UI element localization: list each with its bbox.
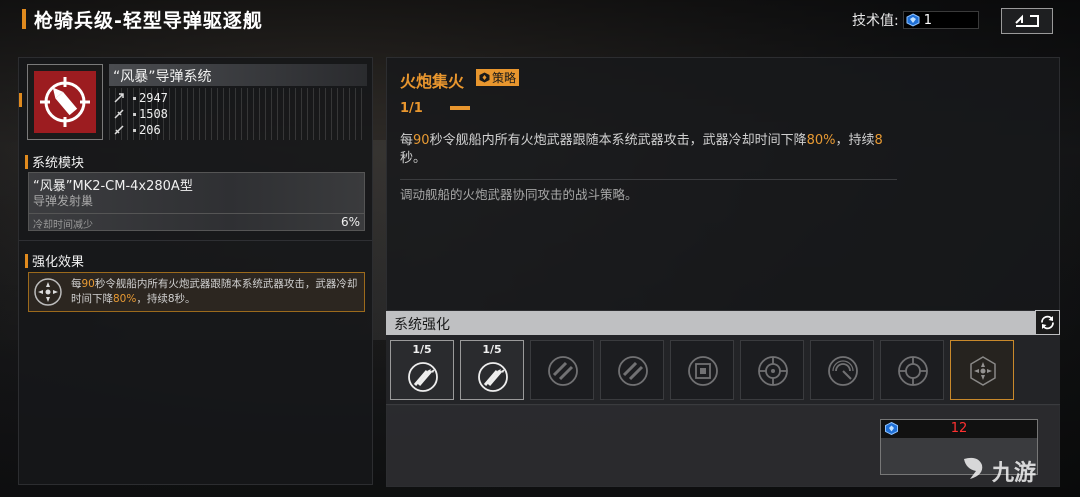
effect-section-header: 强化效果: [25, 251, 84, 270]
skill-tag-label: 策略: [492, 71, 517, 85]
focus-fire-icon: [970, 356, 996, 386]
damage-stat-icon: [114, 93, 124, 103]
weapon-accent: [19, 93, 22, 107]
stat-bullet: [133, 96, 136, 100]
effect-description: 每90秒令舰船内所有火炮武器跟随本系统武器攻击，武器冷却时间下降80%，持续8秒…: [71, 277, 361, 307]
missile-burst-icon: [408, 362, 438, 392]
stat-bullet: [133, 128, 136, 132]
skill-desc-highlight: 80%: [806, 133, 836, 148]
cost-value: 12: [950, 421, 968, 436]
focus-fire-icon: [34, 278, 62, 306]
tech-value: 1: [923, 12, 932, 28]
page-title: 枪骑兵级-轻型导弹驱逐舰: [34, 9, 263, 32]
stat-row-damage: 2947: [113, 90, 168, 106]
enhance-slot-strip: 1/5 1/5: [386, 335, 1060, 405]
weapon-icon-bg: [34, 71, 96, 133]
slot-level: 1/5: [482, 343, 502, 356]
enhance-slot-2[interactable]: 1/5: [460, 340, 524, 400]
skill-desc-highlight: 8: [874, 133, 883, 148]
skill-name: 火炮集火: [400, 72, 465, 91]
skill-level: 1/1: [400, 101, 423, 116]
effect-card: 每90秒令舰船内所有火炮武器跟随本系统武器攻击，武器冷却时间下降80%，持续8秒…: [28, 272, 365, 312]
enhance-header: 系统强化: [386, 311, 1060, 335]
return-icon: [1015, 14, 1039, 27]
missile-shell-icon: [40, 77, 90, 127]
dps-stat-icon: [114, 109, 124, 119]
module-section-header: 系统模块: [25, 152, 84, 171]
refresh-button[interactable]: [1035, 310, 1060, 335]
skill-divider: [400, 179, 897, 180]
slot-level: 1/5: [412, 343, 432, 356]
tech-gem-icon: [906, 13, 920, 27]
target-icon: [898, 356, 928, 386]
enhance-title: 系统强化: [394, 317, 450, 333]
stat-value-dps: 1508: [139, 107, 168, 121]
radar-icon: [828, 356, 858, 386]
module-card[interactable]: “风暴”MK2-CM-4x280A型 导弹发射巢 冷却时间减少 6%: [28, 172, 365, 231]
refresh-icon: [1041, 315, 1054, 330]
module-divider: [29, 213, 364, 214]
module-type: 导弹发射巢: [33, 194, 94, 208]
skill-level-bar: [450, 106, 470, 110]
skill-desc-part: ，持续: [835, 133, 875, 148]
module-attr-label: 冷却时间减少: [33, 220, 93, 231]
enhance-slot-7[interactable]: [810, 340, 874, 400]
skill-desc-highlight: 90: [413, 133, 430, 148]
enhance-slot-5[interactable]: [670, 340, 734, 400]
skill-detail-panel: 火炮集火 策略 1/1 每90秒令舰船内所有火炮武器跟随本系统武器攻击，武器冷却…: [386, 57, 1060, 311]
skill-description: 每90秒令舰船内所有火炮武器跟随本系统武器攻击，武器冷却时间下降80%，持续8 秒…: [400, 132, 905, 168]
effect-section-title: 强化效果: [32, 255, 85, 270]
enhance-slot-3[interactable]: [530, 340, 594, 400]
weapon-card[interactable]: “风暴”导弹系统 2947 1508 206: [19, 61, 369, 143]
strategy-icon: [479, 72, 490, 83]
enhance-slot-6[interactable]: [740, 340, 804, 400]
enhance-slot-4[interactable]: [600, 340, 664, 400]
effect-text-part: 每: [71, 278, 82, 290]
weapon-name: “风暴”导弹系统: [113, 69, 212, 85]
tech-label: 技术值:: [852, 13, 899, 29]
title-accent: [22, 9, 26, 29]
skill-flavor-text: 调动舰船的火炮武器协同攻击的战斗策略。: [400, 187, 638, 202]
left-panel: “风暴”导弹系统 2947 1508 206 系统模块 “风暴”MK2-CM-4…: [18, 57, 373, 485]
watermark-logo-icon: [964, 457, 983, 479]
weapon-icon-frame: [27, 64, 103, 140]
section-accent: [25, 253, 28, 268]
missile-pair-icon: [618, 356, 648, 386]
stat-value-siege: 206: [139, 123, 161, 137]
skill-desc-part: 每: [400, 133, 414, 148]
effect-highlight: 90: [81, 278, 95, 290]
target-icon: [758, 356, 788, 386]
page-header: 枪骑兵级-轻型导弹驱逐舰: [22, 8, 263, 32]
cost-bar: 12: [881, 420, 1037, 438]
weapon-name-bar: “风暴”导弹系统: [109, 64, 367, 86]
module-attr-value: 6%: [340, 215, 360, 229]
stat-row-dps: 1508: [113, 106, 168, 122]
stat-row-siege: 206: [113, 122, 161, 138]
skill-desc-part: 秒令舰船内所有火炮武器跟随本系统武器攻击，武器冷却时间下降: [429, 133, 807, 148]
weapon-stats: 2947 1508 206: [109, 88, 367, 140]
stat-bullet: [133, 112, 136, 116]
missile-burst-icon: [478, 362, 508, 392]
watermark-text: 九游: [992, 461, 1037, 486]
effect-highlight: 80%: [113, 293, 137, 305]
enhance-slot-9[interactable]: [950, 340, 1014, 400]
module-section-title: 系统模块: [32, 156, 85, 171]
tech-value-box: 1: [902, 11, 979, 29]
section-accent: [25, 154, 28, 169]
enhance-slot-1[interactable]: 1/5: [390, 340, 454, 400]
left-divider: [19, 240, 372, 241]
skill-desc-part: 秒。: [400, 151, 427, 166]
effect-text-part: ，持续8秒。: [136, 293, 196, 305]
skill-tag: 策略: [476, 69, 520, 86]
back-button[interactable]: [1001, 8, 1053, 34]
chip-icon: [688, 356, 718, 386]
siege-stat-icon: [114, 125, 124, 135]
missile-pair-icon: [548, 356, 578, 386]
stat-value-damage: 2947: [139, 91, 168, 105]
tech-value-display: 技术值: 1: [852, 10, 979, 30]
enhance-slot-8[interactable]: [880, 340, 944, 400]
